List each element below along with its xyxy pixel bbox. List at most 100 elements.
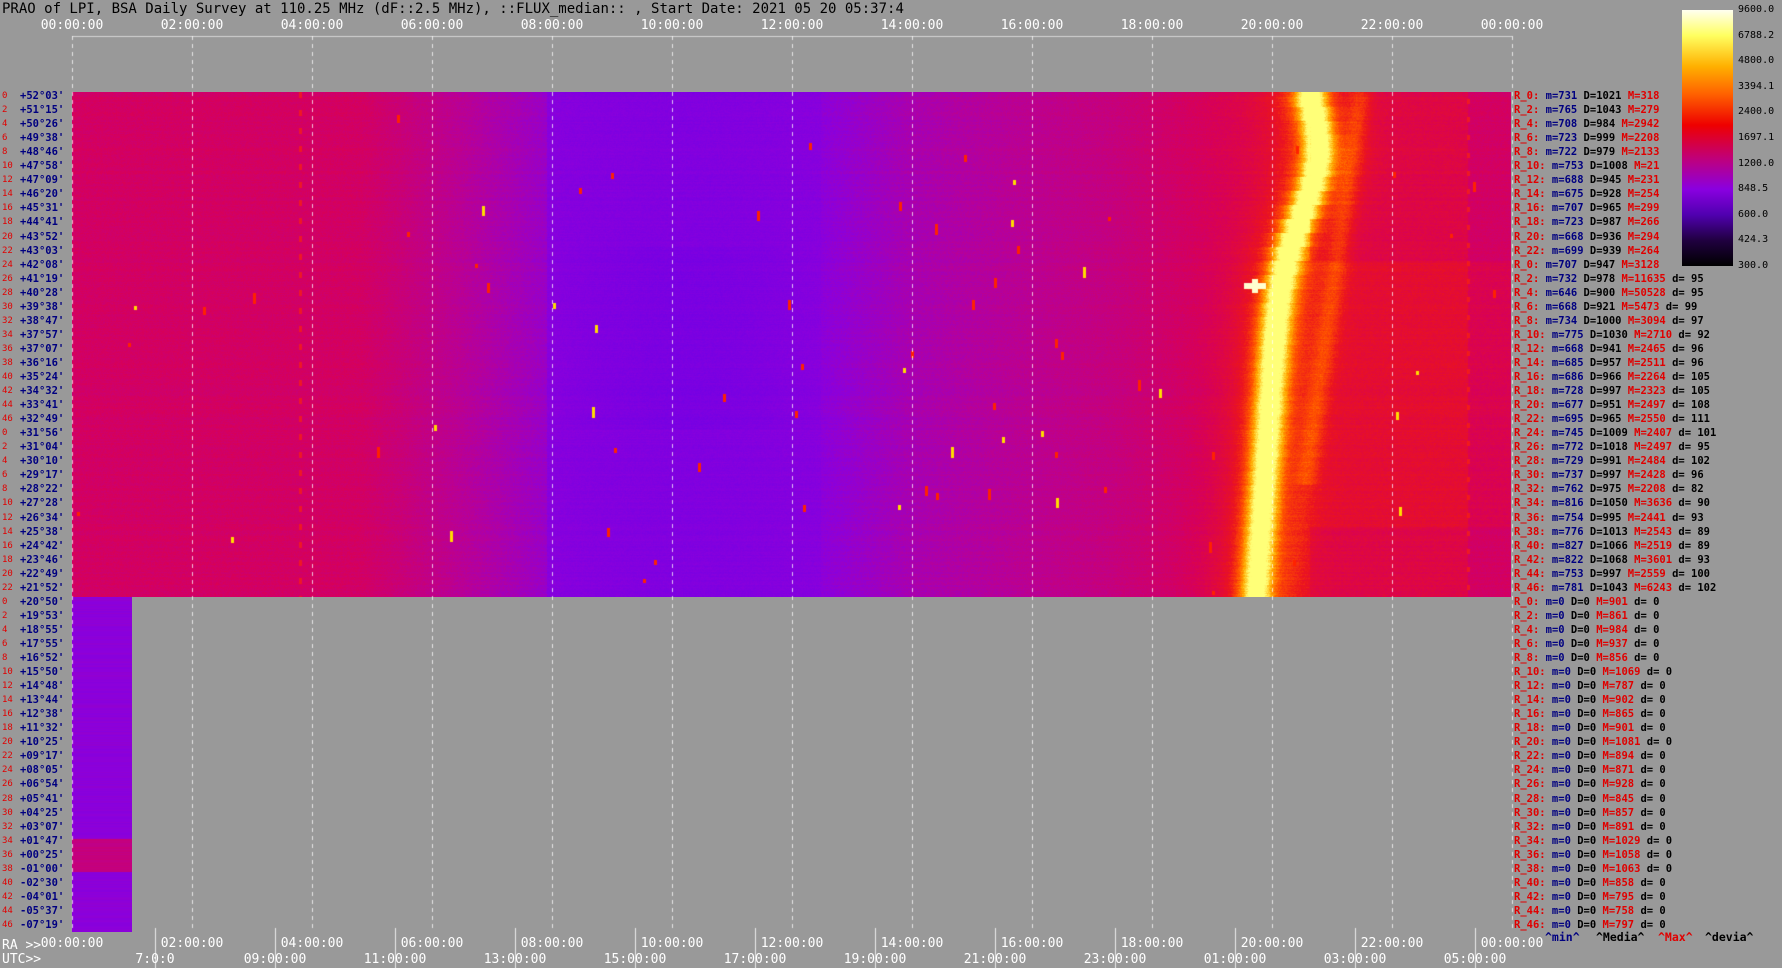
row-index-mark: 8 bbox=[2, 484, 8, 495]
declination-label: +52°03' bbox=[20, 90, 65, 102]
row-index-mark: 12 bbox=[2, 175, 13, 186]
row-index-mark: 10 bbox=[2, 161, 13, 172]
stats-row: R_44: m=0 D=0 M=758 d= 0 bbox=[1514, 904, 1666, 917]
declination-label: +10°25' bbox=[20, 736, 65, 749]
row-index-mark: 4 bbox=[2, 119, 8, 130]
declination-label: +18°55' bbox=[20, 623, 65, 636]
declination-label: +45°31' bbox=[20, 202, 65, 215]
time-label-top: 10:00:00 bbox=[640, 18, 704, 33]
row-index-mark: 46 bbox=[2, 919, 13, 930]
row-index-mark: 40 bbox=[2, 372, 13, 382]
row-index-mark: 42 bbox=[2, 891, 13, 902]
row-index-mark: 12 bbox=[2, 681, 13, 692]
stats-row: R_42: m=822 D=1068 M=3601 d= 93 bbox=[1514, 553, 1711, 566]
ra-time-label: 04:00:00 bbox=[280, 936, 344, 951]
declination-label: +44°41' bbox=[20, 216, 65, 229]
stats-row: R_22: m=695 D=965 M=2550 d= 111 bbox=[1514, 413, 1711, 426]
colorbar-tick-label: 1200.0 bbox=[1738, 157, 1775, 169]
stats-row: R_12: m=0 D=0 M=787 d= 0 bbox=[1514, 680, 1666, 693]
stats-row: R_2: m=765 D=1043 M=279 bbox=[1514, 104, 1660, 117]
stats-row: R_38: m=0 D=0 M=1063 d= 0 bbox=[1514, 862, 1673, 875]
declination-label: -07°19' bbox=[20, 918, 65, 931]
row-index-mark: 2 bbox=[2, 442, 8, 453]
declination-label: +47°58' bbox=[20, 160, 65, 173]
ra-time-label: 20:00:00 bbox=[1240, 936, 1304, 951]
declination-label: +42°08' bbox=[20, 258, 65, 271]
declination-label: +43°52' bbox=[20, 230, 65, 243]
row-index-mark: 2 bbox=[2, 105, 8, 116]
declination-label: +14°48' bbox=[20, 680, 65, 693]
utc-time-label: 09:00:00 bbox=[243, 952, 307, 967]
ra-time-label: 06:00:00 bbox=[400, 936, 464, 951]
stats-row: R_40: m=827 D=1066 M=2519 d= 89 bbox=[1514, 539, 1711, 552]
utc-time-label: 11:00:00 bbox=[363, 952, 427, 967]
stats-row: R_8: m=722 D=979 M=2133 bbox=[1514, 146, 1660, 159]
stats-row: R_10: m=753 D=1008 M=21 bbox=[1514, 160, 1660, 173]
ra-time-label: 00:00:00 bbox=[1480, 936, 1544, 951]
row-index-mark: 0 bbox=[2, 596, 8, 607]
legend-max: ^Max^ bbox=[1658, 930, 1693, 944]
row-index-mark: 20 bbox=[2, 737, 13, 748]
ra-time-label: 10:00:00 bbox=[640, 936, 704, 951]
declination-label: +31°04' bbox=[20, 441, 65, 454]
declination-label: +05°41' bbox=[20, 792, 65, 805]
stats-row: R_28: m=729 D=991 M=2484 d= 102 bbox=[1514, 455, 1711, 468]
time-label-top: 00:00:00 bbox=[1480, 18, 1544, 33]
declination-label: +31°56' bbox=[20, 427, 65, 440]
utc-time-label: 7:0:0 bbox=[135, 952, 175, 967]
stats-row: R_40: m=0 D=0 M=858 d= 0 bbox=[1514, 876, 1666, 889]
declination-label: +20°50' bbox=[20, 595, 65, 608]
row-index-mark: 28 bbox=[2, 287, 13, 298]
stats-row: R_24: m=0 D=0 M=871 d= 0 bbox=[1514, 764, 1666, 777]
declination-label: -01°00' bbox=[20, 862, 65, 875]
row-index-mark: 16 bbox=[2, 203, 13, 214]
stats-row: R_34: m=0 D=0 M=1029 d= 0 bbox=[1514, 834, 1673, 847]
colorbar-tick-label: 9600.0 bbox=[1738, 4, 1775, 15]
row-index-mark: 26 bbox=[2, 273, 13, 284]
legend-median: ^Media^ bbox=[1596, 930, 1645, 944]
declination-label: +09°17' bbox=[20, 750, 65, 763]
row-index-mark: 14 bbox=[2, 189, 13, 200]
stats-row: R_4: m=0 D=0 M=984 d= 0 bbox=[1514, 623, 1660, 636]
stats-row: R_10: m=775 D=1030 M=2710 d= 92 bbox=[1514, 328, 1711, 341]
declination-label: +11°32' bbox=[20, 722, 65, 735]
stats-row: R_20: m=0 D=0 M=1081 d= 0 bbox=[1514, 736, 1673, 749]
ra-time-label: 08:00:00 bbox=[520, 936, 584, 951]
utc-time-label: 15:00:00 bbox=[603, 952, 667, 967]
colorbar-tick-label: 1697.1 bbox=[1738, 132, 1775, 143]
declination-label: +29°17' bbox=[20, 469, 65, 482]
ra-prefix: RA >> bbox=[2, 938, 42, 953]
utc-time-label: 23:00:00 bbox=[1083, 952, 1147, 967]
row-index-mark: 16 bbox=[2, 540, 13, 551]
declination-label: +51°15' bbox=[20, 104, 65, 117]
row-index-mark: 30 bbox=[2, 301, 13, 312]
time-label-top: 16:00:00 bbox=[1000, 18, 1064, 33]
row-index-mark: 8 bbox=[2, 653, 8, 663]
time-label-top: 14:00:00 bbox=[880, 18, 944, 33]
stats-row: R_6: m=723 D=999 M=2208 bbox=[1514, 132, 1660, 145]
declination-label: +26°34' bbox=[20, 511, 65, 524]
row-index-mark: 10 bbox=[2, 498, 13, 509]
stats-row: R_16: m=686 D=966 M=2264 d= 105 bbox=[1514, 371, 1711, 383]
declination-label: +35°24' bbox=[20, 371, 65, 383]
row-index-mark: 44 bbox=[2, 400, 13, 411]
row-index-mark: 38 bbox=[2, 357, 13, 368]
declination-label: +46°20' bbox=[20, 188, 65, 201]
row-index-mark: 12 bbox=[2, 512, 13, 523]
ra-time-label: 00:00:00 bbox=[40, 936, 104, 951]
stats-row: R_14: m=675 D=928 M=254 bbox=[1514, 188, 1660, 201]
row-index-mark: 0 bbox=[2, 428, 8, 439]
time-label-top: 20:00:00 bbox=[1240, 18, 1304, 33]
stats-row: R_8: m=734 D=1000 M=3094 d= 97 bbox=[1514, 314, 1704, 327]
declination-label: +36°16' bbox=[20, 356, 65, 369]
stats-row: R_18: m=0 D=0 M=901 d= 0 bbox=[1514, 722, 1666, 735]
row-index-mark: 2 bbox=[2, 610, 8, 621]
utc-time-label: 05:00:00 bbox=[1443, 952, 1507, 967]
declination-label: +33°41' bbox=[20, 399, 65, 412]
stats-row: R_18: m=723 D=987 M=266 bbox=[1514, 216, 1660, 229]
declination-label: +22°49' bbox=[20, 567, 65, 580]
time-label-top: 18:00:00 bbox=[1120, 18, 1184, 33]
utc-time-label: 01:00:00 bbox=[1203, 952, 1267, 967]
dynamic-spectrum-plot[interactable] bbox=[72, 92, 1511, 597]
stats-row: R_42: m=0 D=0 M=795 d= 0 bbox=[1514, 890, 1666, 903]
